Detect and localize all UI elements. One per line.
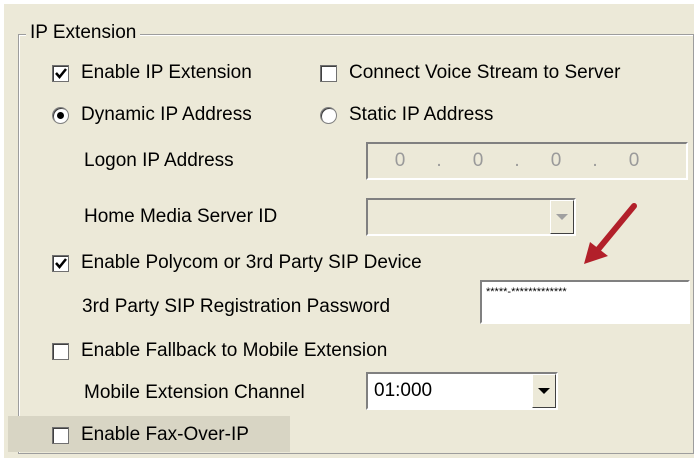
checkmark-icon	[54, 67, 67, 79]
ip-octet-3: 0	[550, 150, 562, 171]
enable-fallback-label: Enable Fallback to Mobile Extension	[81, 340, 388, 361]
logon-ip-field[interactable]: 0 . 0 . 0 . 0	[366, 142, 688, 180]
ip-dot: .	[592, 150, 598, 171]
connect-voice-stream-checkbox[interactable]: Connect Voice Stream to Server	[320, 62, 620, 84]
enable-fax-checkbox[interactable]: Enable Fax-Over-IP	[52, 424, 249, 446]
enable-polycom-checkbox[interactable]: Enable Polycom or 3rd Party SIP Device	[52, 252, 422, 274]
sip-password-label: 3rd Party SIP Registration Password	[82, 296, 391, 317]
mobile-channel-combobox[interactable]: 01:000	[366, 372, 558, 410]
radio-dot-icon	[57, 111, 64, 119]
radio-button[interactable]	[52, 106, 69, 124]
settings-panel: IP Extension Enable IP Extension Connect…	[4, 4, 694, 458]
checkmark-icon	[54, 257, 67, 269]
chevron-down-icon	[556, 214, 568, 220]
ip-dot: .	[436, 150, 442, 171]
checkbox-box[interactable]	[320, 64, 337, 82]
ip-octet-4: 0	[628, 150, 640, 171]
enable-fax-label: Enable Fax-Over-IP	[81, 424, 249, 445]
arrow-icon	[584, 203, 637, 264]
home-media-server-label: Home Media Server ID	[84, 206, 278, 227]
enable-ip-extension-label: Enable IP Extension	[81, 62, 252, 83]
group-title: IP Extension	[26, 22, 141, 44]
ip-octet-2: 0	[472, 150, 484, 171]
sip-password-field[interactable]: *****-*************	[480, 280, 690, 324]
mobile-channel-value: 01:000	[374, 380, 433, 401]
dropdown-button[interactable]	[550, 200, 574, 234]
ip-dot: .	[514, 150, 520, 171]
connect-voice-stream-label: Connect Voice Stream to Server	[349, 62, 621, 83]
static-ip-radio[interactable]: Static IP Address	[320, 104, 493, 126]
dynamic-ip-label: Dynamic IP Address	[81, 104, 252, 125]
static-ip-label: Static IP Address	[349, 104, 494, 125]
dropdown-button[interactable]	[532, 374, 556, 408]
home-media-server-combobox[interactable]	[366, 198, 576, 236]
checkbox-box[interactable]	[52, 254, 69, 272]
sip-password-value: *****-*************	[486, 286, 567, 298]
checkbox-box[interactable]	[52, 426, 69, 444]
dynamic-ip-radio[interactable]: Dynamic IP Address	[52, 104, 252, 126]
ip-octet-1: 0	[394, 150, 406, 171]
mobile-channel-label: Mobile Extension Channel	[84, 382, 305, 403]
radio-button[interactable]	[320, 106, 337, 124]
enable-ip-extension-checkbox[interactable]: Enable IP Extension	[52, 62, 252, 84]
logon-ip-label: Logon IP Address	[84, 150, 234, 171]
checkbox-box[interactable]	[52, 342, 69, 360]
chevron-down-icon	[538, 388, 550, 394]
enable-polycom-label: Enable Polycom or 3rd Party SIP Device	[81, 252, 422, 273]
enable-fallback-checkbox[interactable]: Enable Fallback to Mobile Extension	[52, 340, 387, 362]
checkbox-box[interactable]	[52, 64, 69, 82]
